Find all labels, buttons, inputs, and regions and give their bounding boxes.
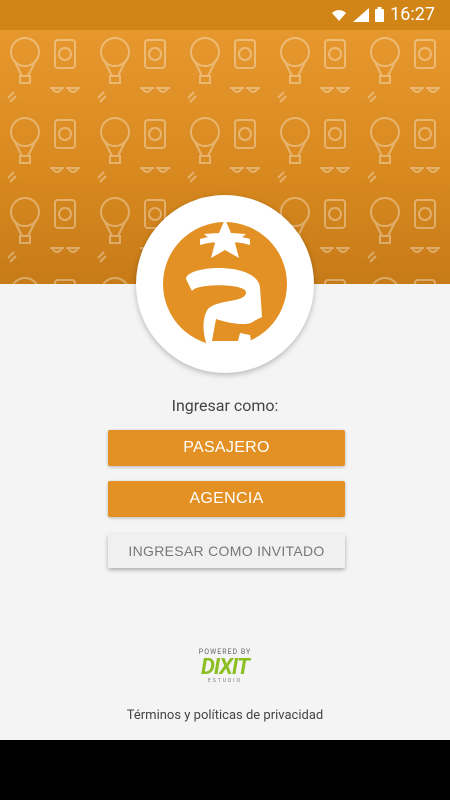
app-logo: [136, 195, 314, 373]
dixit-brand: DIXIT: [201, 655, 250, 680]
signal-icon: [353, 7, 370, 22]
status-bar: 16:27: [0, 0, 450, 30]
status-time: 16:27: [390, 4, 435, 25]
powered-by-dixit-logo[interactable]: POWERED BY DIXIT ESTUDIO: [0, 648, 450, 684]
pasajero-button[interactable]: PASAJERO: [108, 430, 345, 466]
terms-link[interactable]: Términos y políticas de privacidad: [0, 708, 450, 723]
wifi-icon: [332, 9, 347, 21]
guest-login-button[interactable]: INGRESAR COMO INVITADO: [108, 534, 345, 568]
login-prompt: Ingresar como:: [171, 396, 279, 415]
agencia-button[interactable]: AGENCIA: [108, 481, 345, 517]
battery-icon: [375, 7, 385, 22]
dixit-brand-sub: ESTUDIO: [207, 678, 243, 684]
navigation-bar: [0, 740, 450, 800]
